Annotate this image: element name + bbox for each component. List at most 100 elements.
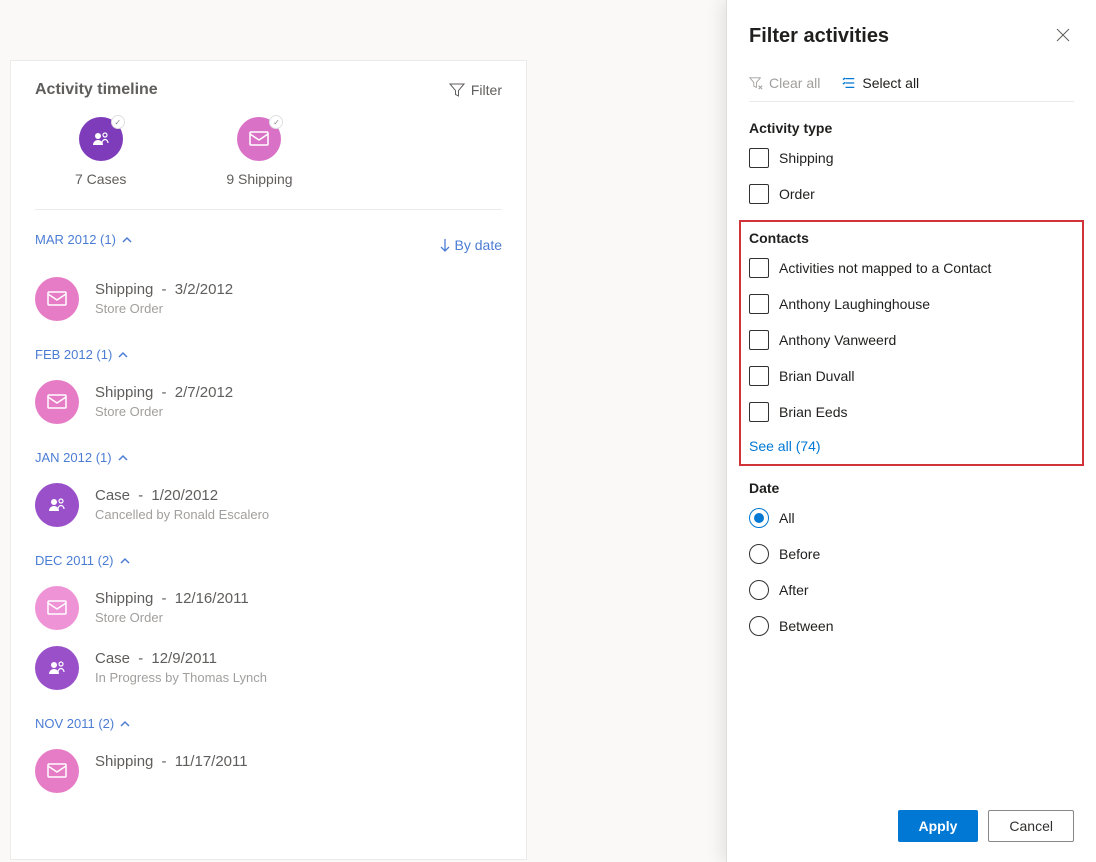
chevron-up-icon — [120, 556, 130, 566]
radio-row[interactable]: After — [749, 580, 1074, 600]
mail-icon — [249, 131, 269, 147]
activity-item[interactable]: Shipping - 11/17/2011 — [35, 741, 502, 801]
activity-item[interactable]: Shipping - 2/7/2012 Store Order — [35, 372, 502, 432]
mail-icon — [47, 394, 67, 410]
radio-label: Between — [779, 618, 833, 634]
activity-circle — [35, 646, 79, 690]
activity-body: Shipping - 3/2/2012 Store Order — [95, 277, 233, 316]
activity-body: Shipping - 2/7/2012 Store Order — [95, 380, 233, 419]
activity-title: Case - 1/20/2012 — [95, 487, 269, 504]
activity-subtitle: In Progress by Thomas Lynch — [95, 670, 267, 685]
checkbox-label: Anthony Laughinghouse — [779, 296, 930, 312]
activity-item[interactable]: Case - 12/9/2011 In Progress by Thomas L… — [35, 638, 502, 698]
shipping-label: 9 Shipping — [226, 171, 292, 187]
filter-button[interactable]: Filter — [449, 82, 502, 98]
person-icon — [91, 129, 111, 149]
checkbox[interactable] — [749, 148, 769, 168]
month-header[interactable]: DEC 2011 (2) — [35, 553, 502, 568]
radio[interactable] — [749, 508, 769, 528]
funnel-clear-icon — [749, 76, 763, 90]
activity-circle — [35, 586, 79, 630]
checkbox-row[interactable]: Brian Eeds — [749, 402, 1074, 422]
activity-type-options: Shipping Order — [749, 148, 1074, 204]
apply-button[interactable]: Apply — [898, 810, 979, 842]
filter-toolbar: Clear all Select all — [749, 75, 1074, 102]
activity-groups: MAR 2012 (1) By date Shipping - 3/2/2012… — [35, 232, 502, 801]
activity-title: Shipping - 3/2/2012 — [95, 281, 233, 298]
checkbox[interactable] — [749, 184, 769, 204]
radio-row[interactable]: Before — [749, 544, 1074, 564]
activity-item[interactable]: Case - 1/20/2012 Cancelled by Ronald Esc… — [35, 475, 502, 535]
month-header[interactable]: NOV 2011 (2) — [35, 716, 502, 731]
checkbox-row[interactable]: Activities not mapped to a Contact — [749, 258, 1074, 278]
activity-body: Case - 12/9/2011 In Progress by Thomas L… — [95, 646, 267, 685]
chevron-up-icon — [120, 719, 130, 729]
checkbox-label: Activities not mapped to a Contact — [779, 260, 991, 276]
contacts-section: Contacts Activities not mapped to a Cont… — [739, 220, 1084, 466]
radio[interactable] — [749, 544, 769, 564]
select-all-button[interactable]: Select all — [842, 75, 919, 91]
check-badge: ✓ — [111, 115, 125, 129]
month-header[interactable]: JAN 2012 (1) — [35, 450, 502, 465]
checkbox[interactable] — [749, 258, 769, 278]
cancel-button[interactable]: Cancel — [988, 810, 1074, 842]
contacts-options: Activities not mapped to a Contact Anthon… — [749, 258, 1074, 422]
radio[interactable] — [749, 616, 769, 636]
close-button[interactable] — [1052, 24, 1074, 49]
activity-body: Shipping - 12/16/2011 Store Order — [95, 586, 249, 625]
activity-circle — [35, 380, 79, 424]
checkbox-label: Anthony Vanweerd — [779, 332, 896, 348]
sort-by-date[interactable]: By date — [439, 237, 502, 253]
activity-item[interactable]: Shipping - 12/16/2011 Store Order — [35, 578, 502, 638]
activity-title: Case - 12/9/2011 — [95, 650, 267, 667]
radio-row[interactable]: All — [749, 508, 1074, 528]
chevron-up-icon — [118, 350, 128, 360]
checkbox[interactable] — [749, 330, 769, 350]
month-header[interactable]: MAR 2012 (1) — [35, 232, 132, 247]
funnel-icon — [449, 82, 465, 98]
cases-label: 7 Cases — [75, 171, 126, 187]
checkbox[interactable] — [749, 294, 769, 314]
summary-cases[interactable]: ✓ 7 Cases — [75, 117, 126, 187]
checkbox-label: Shipping — [779, 150, 834, 166]
mail-icon — [47, 291, 67, 307]
filter-header: Filter activities — [749, 24, 1074, 49]
activity-circle — [35, 483, 79, 527]
person-icon — [47, 658, 67, 678]
select-all-icon — [842, 76, 856, 90]
checkbox-row[interactable]: Shipping — [749, 148, 1074, 168]
checkbox-row[interactable]: Anthony Vanweerd — [749, 330, 1074, 350]
checkbox-label: Brian Duvall — [779, 368, 854, 384]
summary-shipping[interactable]: ✓ 9 Shipping — [226, 117, 292, 187]
mail-icon — [47, 763, 67, 779]
month-header[interactable]: FEB 2012 (1) — [35, 347, 502, 362]
activity-subtitle: Cancelled by Ronald Escalero — [95, 507, 269, 522]
checkbox-row[interactable]: Anthony Laughinghouse — [749, 294, 1074, 314]
activity-circle — [35, 749, 79, 793]
close-icon — [1056, 28, 1070, 42]
see-all-link[interactable]: See all (74) — [749, 438, 1074, 454]
date-options: All Before After Between — [749, 508, 1074, 636]
checkbox[interactable] — [749, 402, 769, 422]
activity-item[interactable]: Shipping - 3/2/2012 Store Order — [35, 269, 502, 329]
radio[interactable] — [749, 580, 769, 600]
arrow-down-icon — [439, 238, 451, 252]
timeline-title: Activity timeline — [35, 81, 158, 99]
chevron-up-icon — [122, 235, 132, 245]
contacts-heading: Contacts — [749, 230, 1074, 246]
activity-body: Shipping - 11/17/2011 — [95, 749, 248, 770]
radio-row[interactable]: Between — [749, 616, 1074, 636]
date-heading: Date — [749, 480, 1074, 496]
checkbox-row[interactable]: Order — [749, 184, 1074, 204]
summary-row: ✓ 7 Cases ✓ 9 Shipping — [35, 117, 502, 210]
activity-circle — [35, 277, 79, 321]
checkbox-row[interactable]: Brian Duvall — [749, 366, 1074, 386]
check-badge: ✓ — [269, 115, 283, 129]
activity-title: Shipping - 12/16/2011 — [95, 590, 249, 607]
filter-panel: Filter activities Clear all Select all A… — [726, 0, 1096, 862]
checkbox[interactable] — [749, 366, 769, 386]
activity-subtitle: Store Order — [95, 610, 249, 625]
clear-all-button[interactable]: Clear all — [749, 75, 820, 91]
footer-buttons: Apply Cancel — [898, 810, 1074, 842]
activity-subtitle: Store Order — [95, 404, 233, 419]
